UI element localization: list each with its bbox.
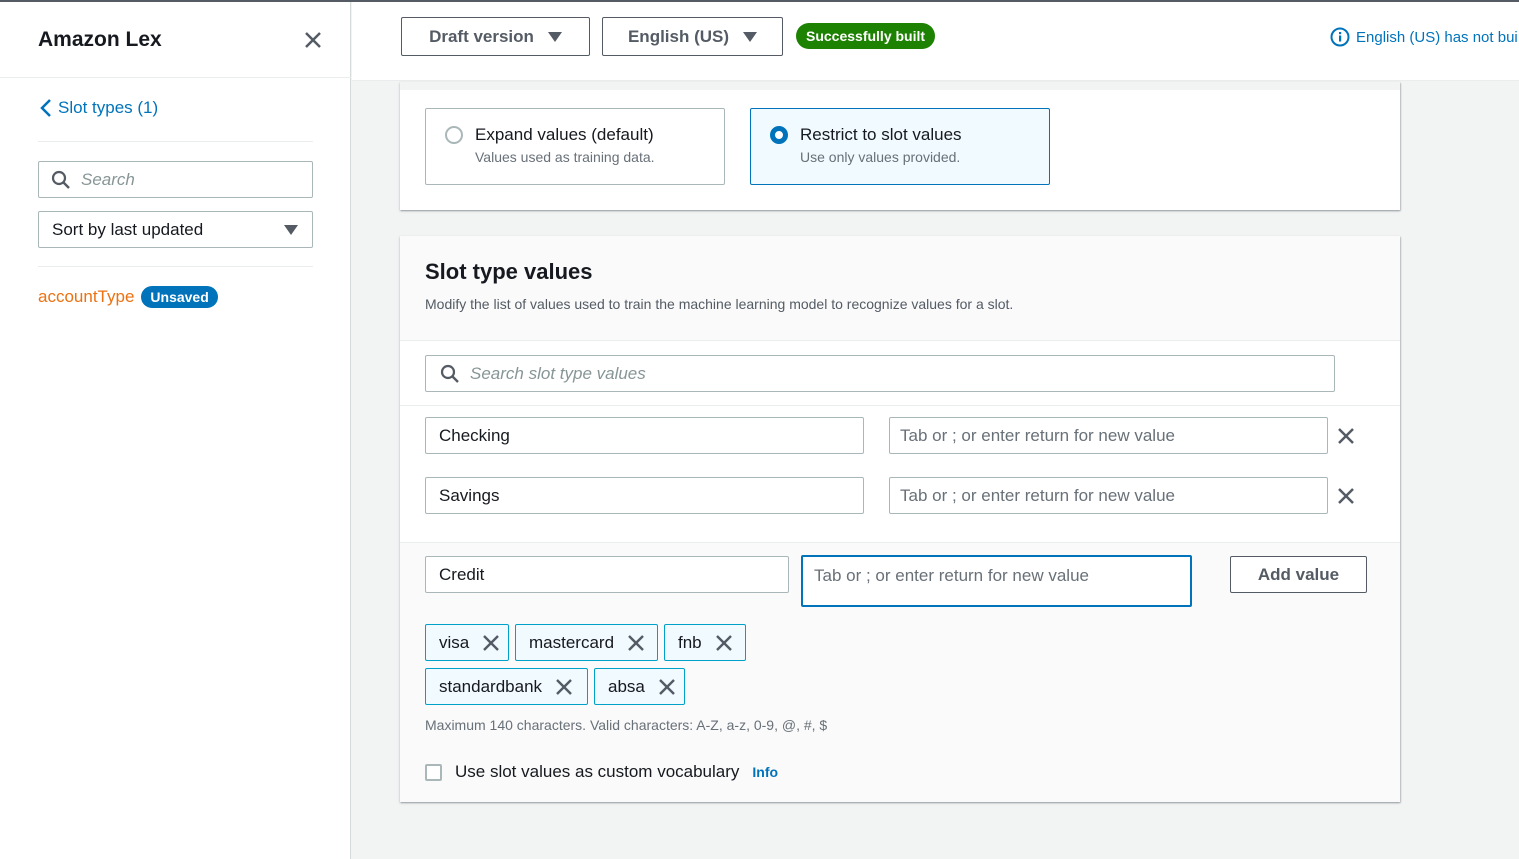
new-slot-value-text: Credit (439, 564, 485, 584)
panel-title: Slot type values (425, 259, 593, 284)
new-slot-value-input[interactable]: Credit (425, 556, 789, 593)
caret-down-icon (284, 224, 298, 235)
version-dropdown-label: Draft version (429, 26, 534, 46)
sidebar-divider (0, 77, 351, 78)
slot-value-text: Savings (439, 485, 500, 505)
build-status-badge: Successfully built (796, 23, 936, 49)
option-title: Expand values (default) (475, 125, 654, 144)
synonym-chip: standardbank (425, 668, 588, 705)
sidebar-search-placeholder: Search (81, 169, 135, 189)
add-value-label: Add value (1257, 564, 1340, 584)
sidebar-divider (38, 141, 313, 142)
sidebar (0, 0, 351, 859)
option-description: Use only values provided. (800, 149, 961, 165)
synonym-chip-label: fnb (678, 632, 702, 652)
synonym-chip: mastercard (515, 624, 658, 661)
panel-header (400, 236, 1400, 341)
remove-synonym-icon[interactable] (554, 677, 574, 697)
remove-value-icon[interactable] (1335, 485, 1357, 507)
caret-down-icon (743, 31, 758, 42)
synonym-chip: absa (594, 668, 685, 705)
build-notice-text: English (US) has not bui (1356, 28, 1518, 46)
synonym-chip-label: standardbank (439, 676, 543, 696)
language-dropdown-label: English (US) (627, 26, 730, 46)
radio-button[interactable] (445, 126, 463, 144)
info-icon (1330, 27, 1350, 47)
version-dropdown[interactable]: Draft version (401, 17, 590, 56)
build-notice[interactable]: English (US) has not bui (1330, 27, 1518, 47)
synonym-chip: fnb (664, 624, 746, 661)
slot-value-input[interactable]: Savings (425, 477, 864, 514)
slot-values-search-placeholder: Search slot type values (470, 363, 646, 383)
chevron-left-icon (40, 99, 51, 117)
option-description: Values used as training data. (475, 149, 655, 165)
slot-value-text: Checking (439, 425, 510, 445)
sidebar-search-input[interactable]: Search (38, 161, 313, 198)
sidebar-item-accounttype[interactable]: accountType Unsaved (38, 286, 218, 308)
info-link[interactable]: Info (752, 764, 778, 780)
synonym-chip-label: mastercard (529, 632, 615, 652)
search-icon (440, 364, 459, 383)
slot-value-input[interactable]: Checking (425, 417, 864, 454)
synonym-input[interactable]: Tab or ; or enter return for new value (889, 477, 1328, 514)
row-divider (400, 542, 1400, 543)
remove-synonym-icon[interactable] (626, 633, 646, 653)
row-divider (400, 405, 1400, 406)
synonym-chip-label: visa (439, 632, 470, 652)
close-icon[interactable] (300, 27, 326, 53)
search-icon (51, 170, 70, 189)
remove-synonym-icon[interactable] (481, 633, 501, 653)
unsaved-badge: Unsaved (141, 286, 218, 308)
slot-values-search-input[interactable]: Search slot type values (425, 355, 1335, 392)
sort-select[interactable]: Sort by last updated (38, 211, 313, 248)
add-value-button[interactable]: Add value (1230, 556, 1367, 593)
synonym-placeholder: Tab or ; or enter return for new value (814, 566, 1089, 585)
back-to-slot-types-link[interactable]: Slot types (1) (40, 98, 158, 118)
sort-select-label: Sort by last updated (52, 219, 204, 239)
restrict-values-option[interactable]: Restrict to slot values Use only values … (750, 108, 1050, 185)
custom-vocabulary-checkbox[interactable] (425, 763, 442, 781)
custom-vocabulary-row: Use slot values as custom vocabulary Inf… (425, 762, 778, 782)
language-dropdown[interactable]: English (US) (602, 17, 783, 56)
constraint-hint: Maximum 140 characters. Valid characters… (425, 717, 828, 733)
expand-values-option[interactable]: Expand values (default) Values used as t… (425, 108, 725, 185)
synonym-placeholder: Tab or ; or enter return for new value (900, 485, 1175, 505)
remove-synonym-icon[interactable] (714, 633, 734, 653)
sidebar-item-label[interactable]: accountType (38, 287, 134, 307)
remove-synonym-icon[interactable] (657, 677, 677, 697)
synonym-placeholder: Tab or ; or enter return for new value (900, 425, 1175, 445)
sidebar-divider (38, 266, 313, 267)
synonym-chip-label: absa (608, 676, 645, 696)
synonym-input[interactable]: Tab or ; or enter return for new value (889, 417, 1328, 454)
caret-down-icon (547, 31, 562, 42)
sidebar-title: Amazon Lex (38, 28, 162, 51)
radio-button-selected[interactable] (770, 126, 788, 144)
new-synonym-input[interactable]: Tab or ; or enter return for new value (801, 555, 1192, 607)
custom-vocabulary-label[interactable]: Use slot values as custom vocabulary (455, 762, 739, 782)
synonym-chip: visa (425, 624, 509, 661)
back-link-label: Slot types (1) (58, 98, 159, 117)
panel-description: Modify the list of values used to train … (425, 296, 1014, 312)
option-title: Restrict to slot values (800, 125, 962, 144)
remove-value-icon[interactable] (1335, 425, 1357, 447)
